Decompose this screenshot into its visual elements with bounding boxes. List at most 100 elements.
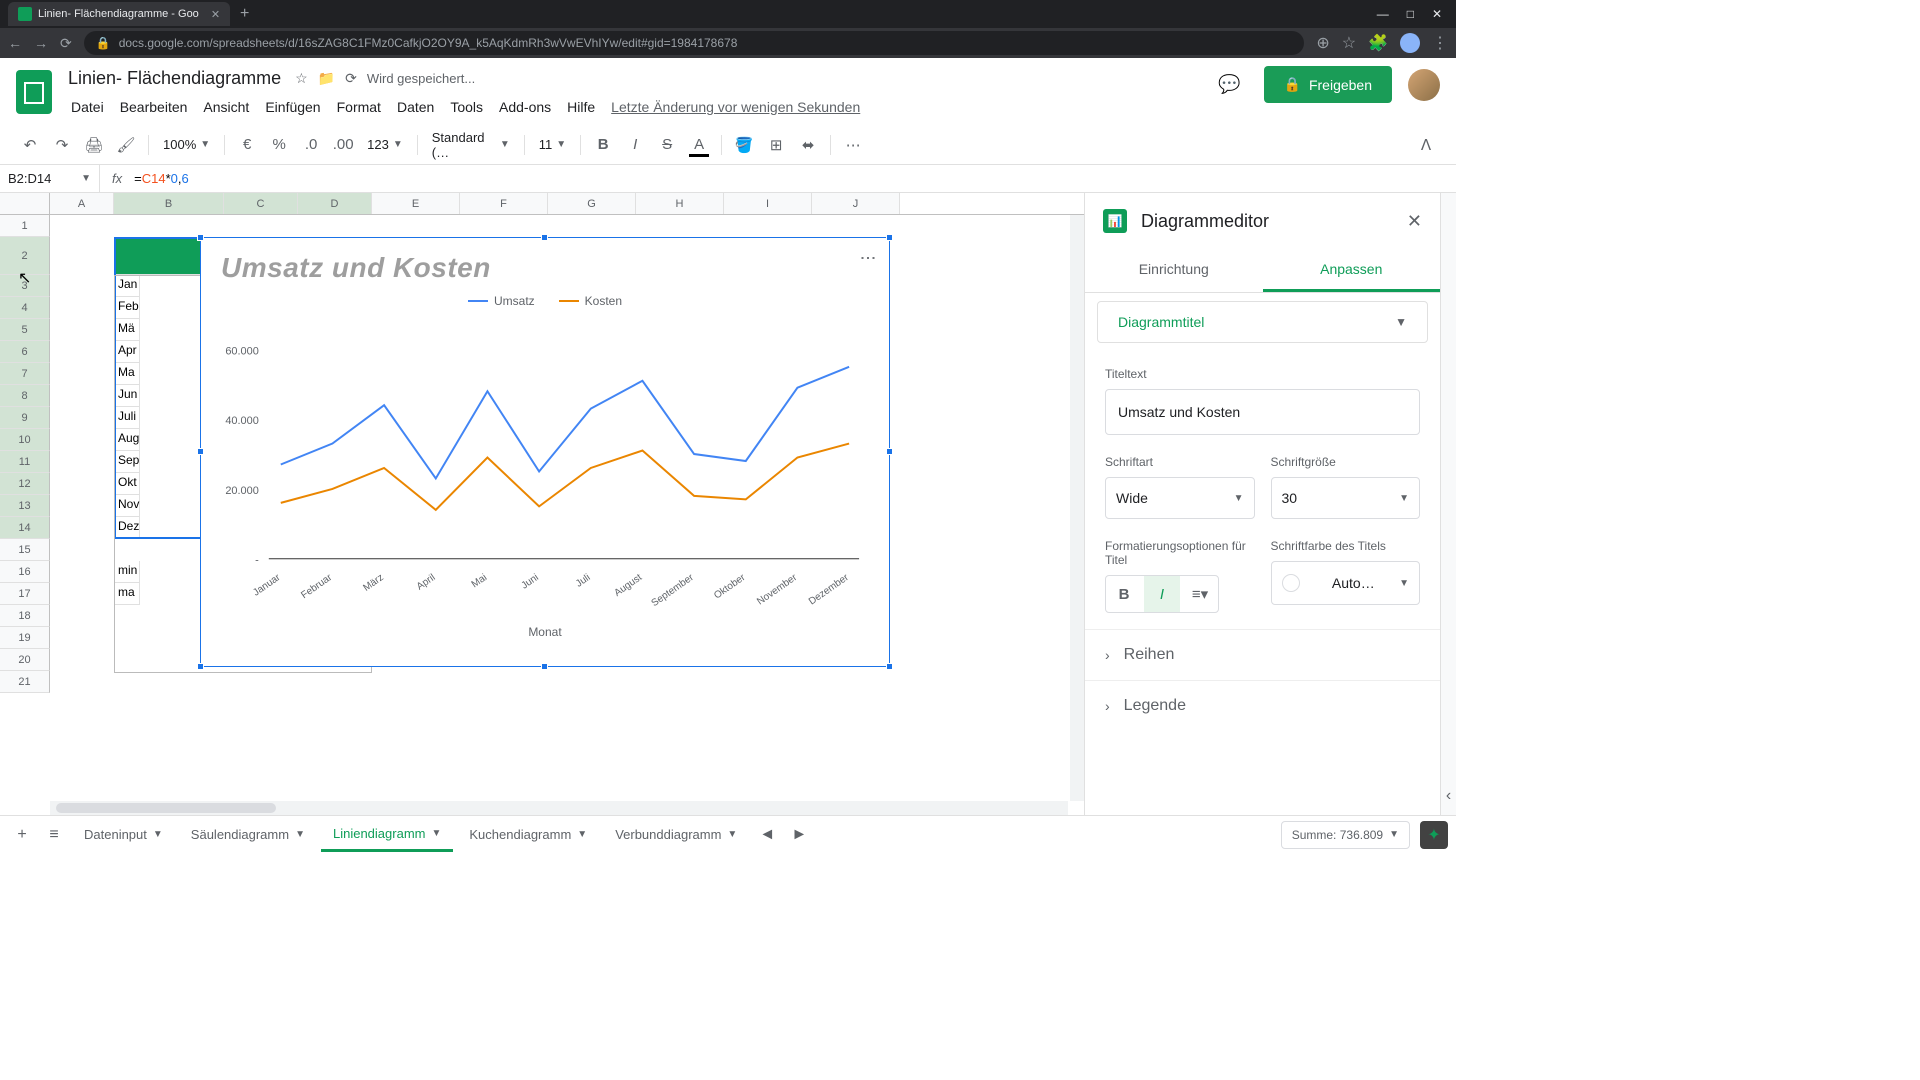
col-header[interactable]: H: [636, 193, 724, 214]
percent-button[interactable]: %: [265, 131, 293, 159]
italic-button[interactable]: I: [621, 131, 649, 159]
scroll-tabs-left-button[interactable]: ◄: [753, 821, 781, 849]
sheet-tab[interactable]: Dateninput▼: [72, 819, 175, 850]
borders-button[interactable]: ⊞: [762, 131, 790, 159]
reload-button[interactable]: ⟳: [60, 35, 72, 52]
resize-handle[interactable]: [886, 448, 893, 455]
name-box[interactable]: B2:D14▼: [0, 165, 100, 192]
formula-input[interactable]: =C14*0,6: [134, 171, 1456, 187]
star-icon[interactable]: ☆: [295, 70, 308, 87]
col-header[interactable]: J: [812, 193, 900, 214]
show-side-panel-button[interactable]: ‹: [1446, 787, 1451, 805]
profile-avatar[interactable]: [1408, 69, 1440, 101]
row-header[interactable]: 12: [0, 473, 50, 495]
menu-tools[interactable]: Tools: [443, 95, 490, 119]
font-size-select[interactable]: 30▼: [1271, 477, 1421, 519]
currency-button[interactable]: €: [233, 131, 261, 159]
close-window-button[interactable]: ✕: [1432, 7, 1442, 21]
text-color-button[interactable]: A: [685, 131, 713, 159]
col-header[interactable]: D: [298, 193, 372, 214]
row-header[interactable]: 4: [0, 297, 50, 319]
merge-button[interactable]: ⬌: [794, 131, 822, 159]
tab-setup[interactable]: Einrichtung: [1085, 249, 1263, 292]
resize-handle[interactable]: [197, 663, 204, 670]
row-header[interactable]: 21: [0, 671, 50, 693]
doc-title[interactable]: Linien- Flächendiagramme: [64, 66, 285, 91]
row-header[interactable]: 3: [0, 275, 50, 297]
tab-customize[interactable]: Anpassen: [1263, 249, 1441, 292]
chart-object[interactable]: ⋮ Umsatz und Kosten Umsatz Kosten 60.000…: [200, 237, 890, 667]
increase-decimal-button[interactable]: .00: [329, 131, 357, 159]
align-button[interactable]: ≡▾: [1182, 576, 1218, 612]
share-button[interactable]: 🔒 Freigeben: [1264, 66, 1392, 103]
col-header[interactable]: I: [724, 193, 812, 214]
last-edit-link[interactable]: Letzte Änderung vor wenigen Sekunden: [604, 95, 867, 119]
chart-menu-button[interactable]: ⋮: [858, 250, 877, 266]
minimize-button[interactable]: —: [1377, 7, 1389, 21]
sheet-tab[interactable]: Kuchendiagramm▼: [457, 819, 599, 850]
font-family-select[interactable]: Standard (…▼: [426, 130, 516, 160]
bookmark-icon[interactable]: ☆: [1342, 33, 1356, 53]
print-button[interactable]: 🖨: [80, 131, 108, 159]
row-header[interactable]: 8: [0, 385, 50, 407]
spreadsheet-grid[interactable]: A B C D E F G H I J 1 2 3 4 5 6 7 8 9 10…: [0, 193, 1084, 815]
redo-button[interactable]: ↷: [48, 131, 76, 159]
menu-format[interactable]: Format: [330, 95, 388, 119]
row-header[interactable]: 14: [0, 517, 50, 539]
collapse-toolbar-button[interactable]: ᐱ: [1412, 131, 1440, 159]
close-editor-button[interactable]: ✕: [1407, 211, 1422, 232]
extensions-icon[interactable]: 🧩: [1368, 33, 1388, 53]
legend-item[interactable]: Kosten: [559, 294, 622, 308]
zoom-icon[interactable]: ⊕: [1316, 33, 1329, 53]
url-input[interactable]: 🔒 docs.google.com/spreadsheets/d/16sZAG8…: [84, 31, 1305, 55]
title-color-select[interactable]: Auto…▼: [1271, 561, 1421, 605]
menu-addons[interactable]: Add-ons: [492, 95, 558, 119]
explore-button[interactable]: ✦: [1420, 821, 1448, 849]
row-header[interactable]: 19: [0, 627, 50, 649]
chart-series-umsatz[interactable]: [281, 367, 849, 479]
resize-handle[interactable]: [197, 448, 204, 455]
sheet-tab[interactable]: Liniendiagramm▼: [321, 818, 453, 852]
resize-handle[interactable]: [886, 234, 893, 241]
chart-series-kosten[interactable]: [281, 444, 849, 510]
more-button[interactable]: ⋯: [839, 131, 867, 159]
section-series[interactable]: › Reihen: [1085, 629, 1440, 680]
row-header[interactable]: 17: [0, 583, 50, 605]
row-header[interactable]: 1: [0, 215, 50, 237]
row-header[interactable]: 11: [0, 451, 50, 473]
font-family-select[interactable]: Wide▼: [1105, 477, 1255, 519]
bold-button[interactable]: B: [1106, 576, 1142, 612]
scrollbar-thumb[interactable]: [56, 803, 276, 813]
scroll-tabs-right-button[interactable]: ►: [785, 821, 813, 849]
section-legend[interactable]: › Legende: [1085, 680, 1440, 731]
row-header[interactable]: 7: [0, 363, 50, 385]
zoom-select[interactable]: 100%▼: [157, 137, 216, 152]
decrease-decimal-button[interactable]: .0: [297, 131, 325, 159]
browser-tab[interactable]: Linien- Flächendiagramme - Goo ✕: [8, 2, 230, 26]
menu-edit[interactable]: Bearbeiten: [113, 95, 195, 119]
menu-data[interactable]: Daten: [390, 95, 441, 119]
sheet-tab[interactable]: Säulendiagramm▼: [179, 819, 317, 850]
row-header[interactable]: 16: [0, 561, 50, 583]
font-size-select[interactable]: 11▼: [533, 137, 572, 152]
col-header[interactable]: A: [50, 193, 114, 214]
bold-button[interactable]: B: [589, 131, 617, 159]
fill-color-button[interactable]: 🪣: [730, 131, 758, 159]
legend-item[interactable]: Umsatz: [468, 294, 535, 308]
comments-button[interactable]: 💬: [1212, 67, 1248, 103]
resize-handle[interactable]: [541, 234, 548, 241]
move-icon[interactable]: 📁: [318, 70, 335, 87]
title-text-input[interactable]: [1105, 389, 1420, 435]
col-header[interactable]: E: [372, 193, 460, 214]
select-all-corner[interactable]: [0, 193, 50, 214]
tab-close-icon[interactable]: ✕: [211, 8, 220, 21]
col-header[interactable]: C: [224, 193, 298, 214]
browser-profile-avatar[interactable]: [1400, 33, 1420, 53]
section-chart-title[interactable]: Diagrammtitel ▼: [1097, 301, 1428, 343]
add-sheet-button[interactable]: +: [8, 821, 36, 849]
row-header[interactable]: 5: [0, 319, 50, 341]
row-header[interactable]: 2: [0, 237, 50, 275]
row-header[interactable]: 9: [0, 407, 50, 429]
row-header[interactable]: 6: [0, 341, 50, 363]
horizontal-scrollbar[interactable]: [50, 801, 1068, 815]
